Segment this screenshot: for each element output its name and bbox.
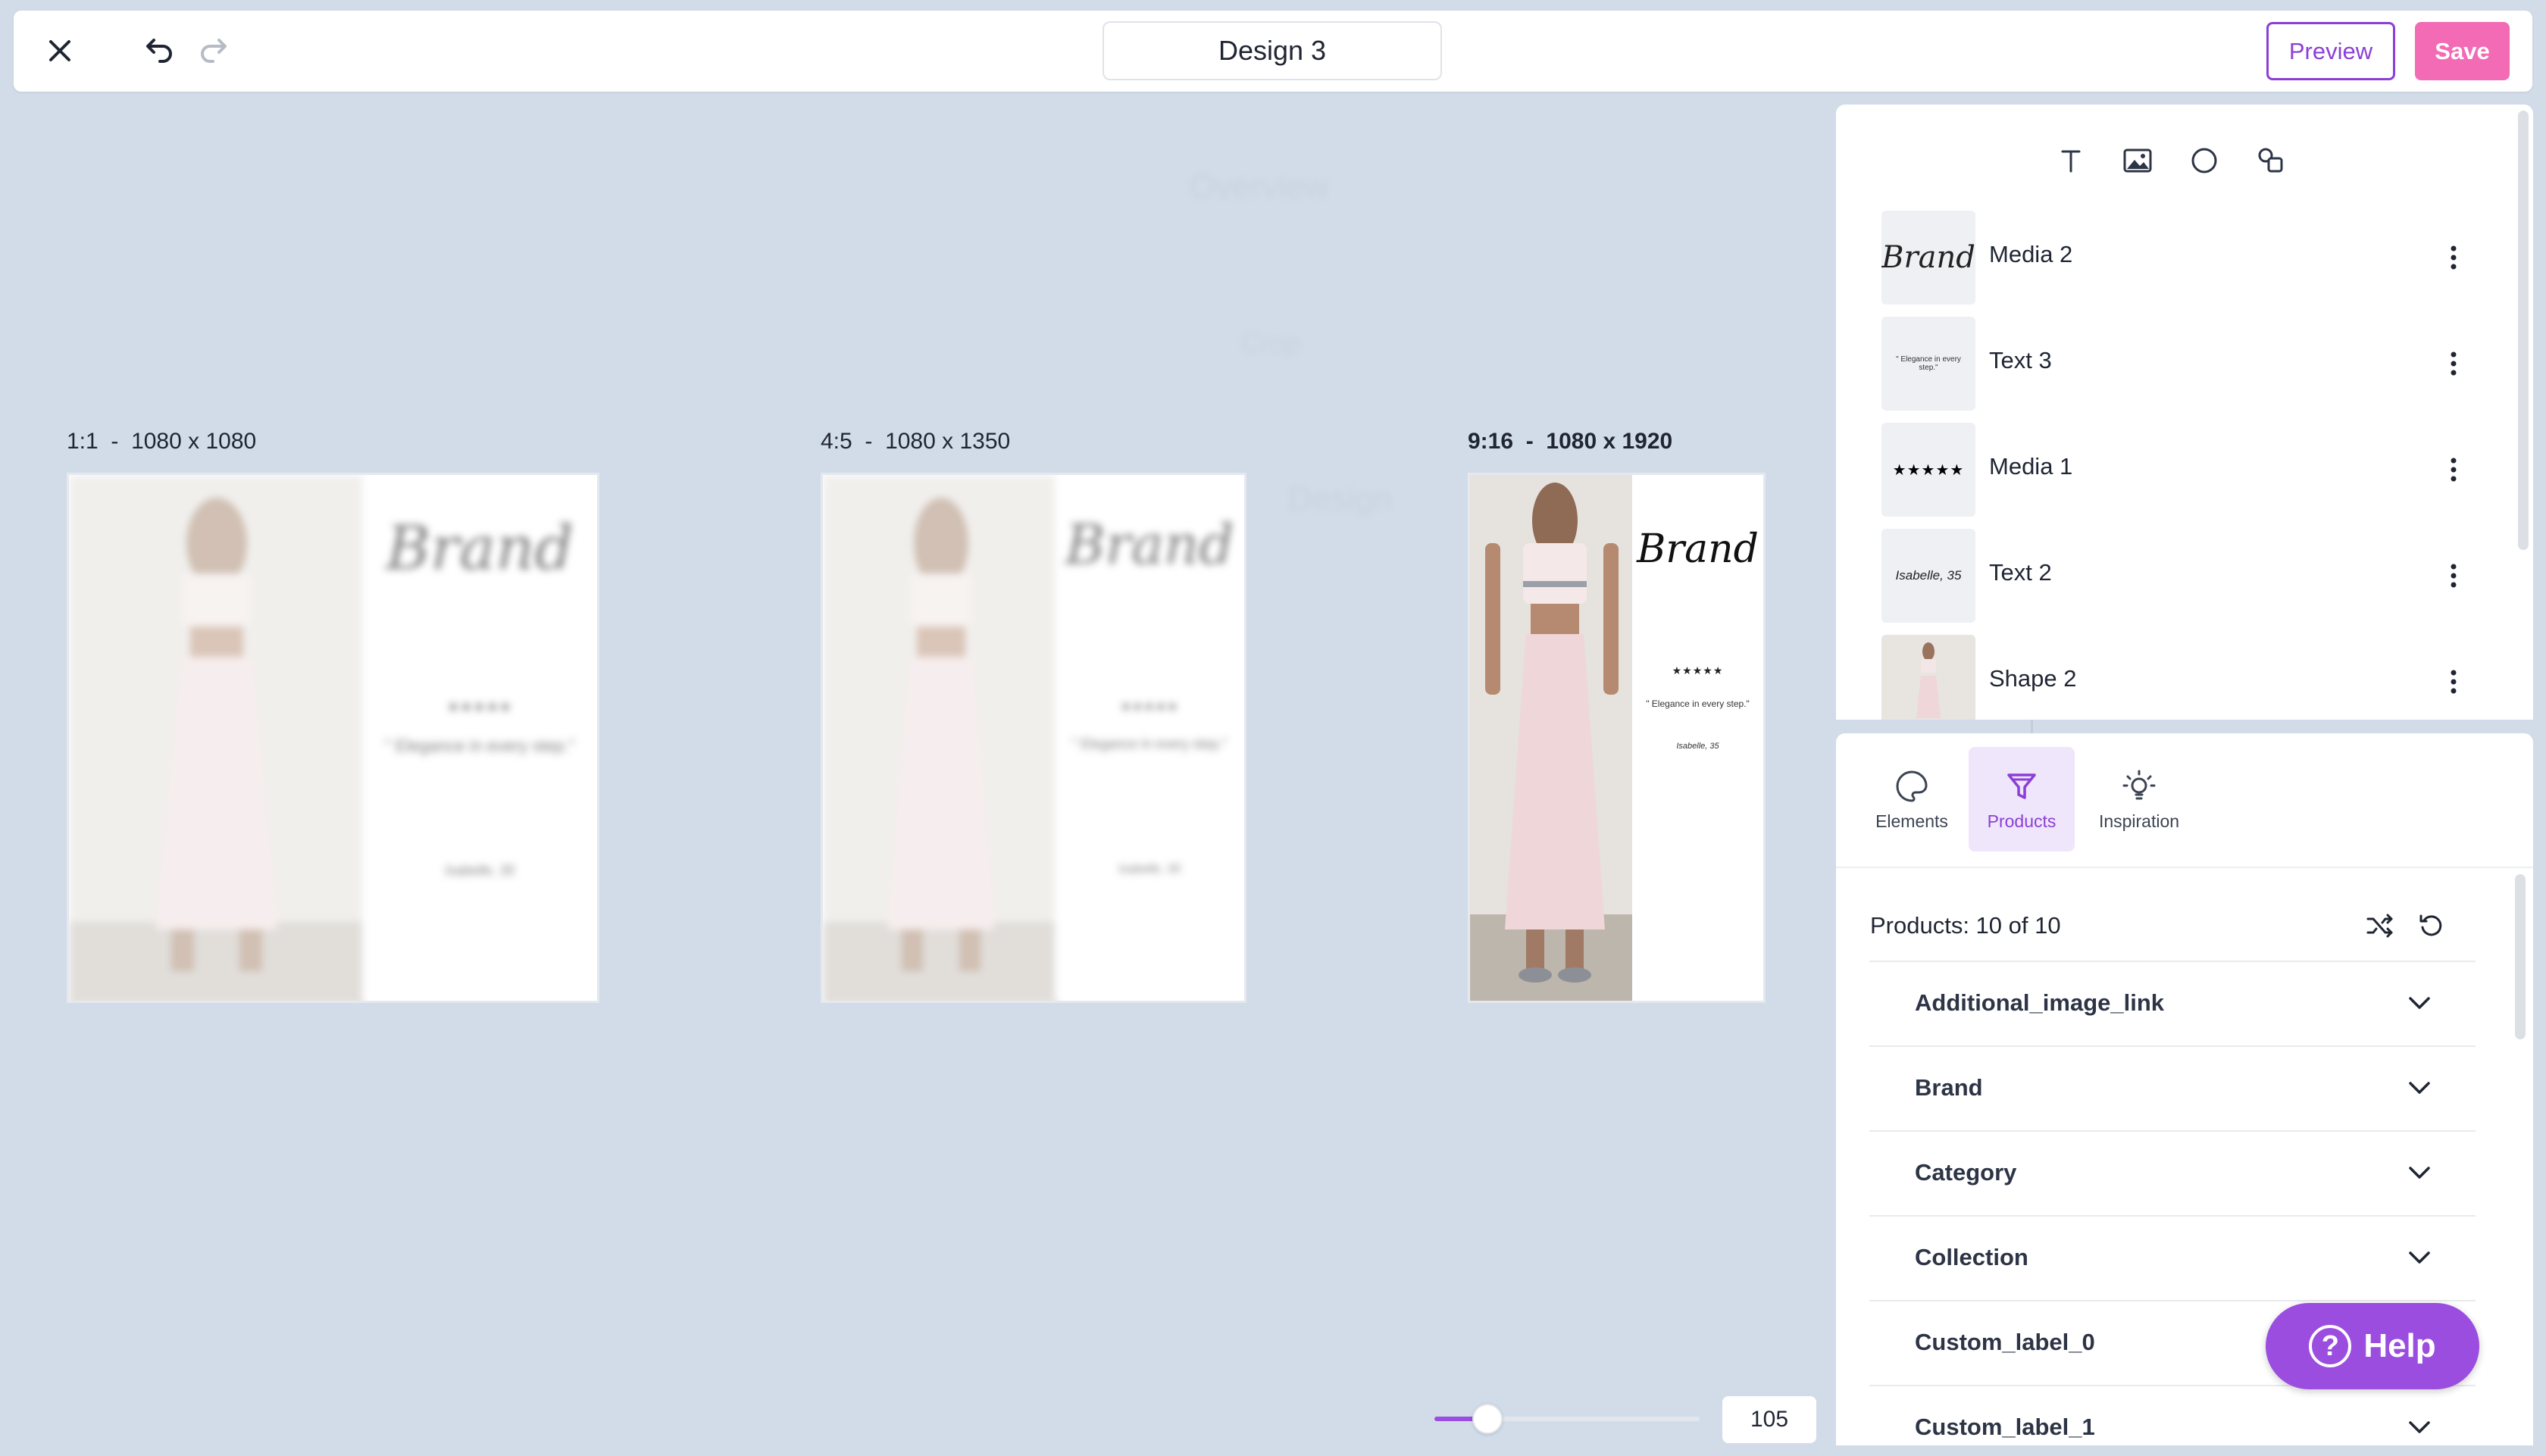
format-label-9x16: 9:16 - 1080 x 1920 xyxy=(1468,429,1673,454)
tab-label: Products xyxy=(1987,811,2057,831)
more-options-icon[interactable] xyxy=(2442,555,2465,597)
tab-products[interactable]: Products xyxy=(1969,747,2075,851)
layers-scrollbar[interactable] xyxy=(2518,111,2529,550)
more-options-icon[interactable] xyxy=(2442,342,2465,385)
layer-name: Media 2 xyxy=(1989,241,2073,267)
model-photo xyxy=(823,475,1059,1001)
accordion-item[interactable]: Custom_label_1 xyxy=(1869,1385,2476,1445)
model-photo xyxy=(69,475,364,1001)
tab-elements[interactable]: Elements xyxy=(1859,747,1965,851)
chevron-down-icon[interactable] xyxy=(2401,1070,2438,1106)
rating-stars: ★★★★★ xyxy=(447,699,512,714)
layer-item[interactable]: Brand Media 2 xyxy=(1881,211,2457,305)
panel-divider-handle[interactable] xyxy=(2031,720,2033,733)
layer-thumbnail: ★★★★★ xyxy=(1881,423,1975,517)
accordion-label: Brand xyxy=(1915,1074,1983,1101)
help-button[interactable]: ? Help xyxy=(2266,1303,2479,1389)
creative-side: Brand ★★★★★ " Elegance in every step." I… xyxy=(362,475,597,1001)
zoom-slider-handle[interactable] xyxy=(1472,1404,1503,1434)
ghost-design: Design xyxy=(1288,480,1392,517)
design-preview-9x16[interactable]: Brand ★★★★★ " Elegance in every step." I… xyxy=(1468,473,1766,1003)
chevron-down-icon[interactable] xyxy=(2401,1154,2438,1191)
layer-item[interactable]: Isabelle, 35 Text 2 xyxy=(1881,529,2457,623)
tab-inspiration[interactable]: Inspiration xyxy=(2086,747,2192,851)
testimonial-quote: " Elegance in every step." xyxy=(1646,698,1750,709)
image-tool-icon[interactable] xyxy=(2118,141,2157,180)
layer-name: Media 1 xyxy=(1989,453,2073,480)
top-toolbar: Design 3 Preview Save xyxy=(14,11,2532,92)
accordion-label: Custom_label_1 xyxy=(1915,1414,2095,1440)
shuffle-icon[interactable] xyxy=(2359,905,2401,947)
accordion-label: Custom_label_0 xyxy=(1915,1329,2095,1355)
products-count: Products: 10 of 10 xyxy=(1870,912,2061,939)
layer-name: Shape 2 xyxy=(1989,665,2077,692)
testimonial-author: Isabelle, 35 xyxy=(444,863,515,878)
layer-thumbnail: Brand xyxy=(1881,211,1975,305)
question-icon: ? xyxy=(2309,1325,2352,1367)
testimonial-author: Isabelle, 35 xyxy=(1676,742,1719,751)
help-label: Help xyxy=(2363,1327,2436,1364)
add-element-toolbar xyxy=(1836,141,2533,180)
design-title-field[interactable]: Design 3 xyxy=(1103,21,1442,80)
design-preview-4x5[interactable]: Brand ★★★★★ " Elegance in every step." I… xyxy=(821,473,1246,1003)
tabs-divider xyxy=(1836,867,2533,868)
zoom-slider[interactable] xyxy=(1434,1404,1700,1434)
layers-panel: Brand Media 2 " Elegance in every step."… xyxy=(1836,105,2533,720)
accordion-label: Category xyxy=(1915,1159,2017,1186)
layer-name: Text 2 xyxy=(1989,559,2052,586)
model-photo xyxy=(1470,475,1637,1001)
rating-stars: ★★★★★ xyxy=(1672,664,1724,676)
more-options-icon[interactable] xyxy=(2442,236,2465,279)
chevron-down-icon[interactable] xyxy=(2401,985,2438,1021)
accordion-item[interactable]: Category xyxy=(1869,1130,2476,1215)
layer-thumbnail xyxy=(1881,635,1975,720)
layer-name: Text 3 xyxy=(1989,347,2052,373)
tab-label: Elements xyxy=(1875,811,1948,831)
layer-thumbnail: " Elegance in every step." xyxy=(1881,317,1975,411)
layer-item[interactable]: " Elegance in every step." Text 3 xyxy=(1881,317,2457,411)
layer-item[interactable]: ★★★★★ Media 1 xyxy=(1881,423,2457,517)
accordion-label: Collection xyxy=(1915,1244,2028,1270)
zoom-value-input[interactable]: 105 xyxy=(1722,1396,1816,1443)
reset-icon[interactable] xyxy=(2410,905,2453,947)
palette-icon xyxy=(1896,770,1928,802)
text-tool-icon[interactable] xyxy=(2051,141,2091,180)
lightbulb-icon xyxy=(2122,770,2156,799)
components-tool-icon[interactable] xyxy=(2251,141,2291,180)
filter-icon xyxy=(2007,773,2036,799)
layer-item[interactable]: Shape 2 xyxy=(1881,635,2457,720)
brand-logo: Brand xyxy=(386,513,574,583)
testimonial-quote: " Elegance in every step." xyxy=(1071,736,1228,751)
ghost-overview: Overview xyxy=(1190,168,1329,205)
brand-logo: Brand xyxy=(1065,513,1234,576)
accordion-item[interactable]: Brand xyxy=(1869,1045,2476,1130)
testimonial-quote: " Elegance in every step." xyxy=(384,736,575,755)
save-button[interactable]: Save xyxy=(2415,22,2510,80)
accordion-label: Additional_image_link xyxy=(1915,989,2165,1016)
accordion-item[interactable]: Collection xyxy=(1869,1215,2476,1300)
design-preview-1x1[interactable]: Brand ★★★★★ " Elegance in every step." I… xyxy=(67,473,599,1003)
shape-tool-icon[interactable] xyxy=(2185,141,2224,180)
chevron-down-icon[interactable] xyxy=(2401,1239,2438,1276)
format-label-1x1: 1:1 - 1080 x 1080 xyxy=(67,429,257,454)
brand-logo: Brand xyxy=(1637,526,1759,572)
tab-label: Inspiration xyxy=(2098,811,2180,831)
rating-stars: ★★★★★ xyxy=(1120,701,1179,714)
ghost-crop: Crop xyxy=(1241,327,1301,358)
redo-icon[interactable] xyxy=(191,27,238,74)
preview-button[interactable]: Preview xyxy=(2266,22,2395,80)
chevron-down-icon[interactable] xyxy=(2401,1409,2438,1445)
more-options-icon[interactable] xyxy=(2442,448,2465,491)
testimonial-author: Isabelle, 35 xyxy=(1118,863,1181,876)
products-scrollbar[interactable] xyxy=(2515,874,2526,1039)
format-label-4x5: 4:5 - 1080 x 1350 xyxy=(821,429,1011,454)
creative-side: Brand ★★★★★ " Elegance in every step." I… xyxy=(1055,475,1244,1001)
close-icon[interactable] xyxy=(36,27,83,74)
accordion-item[interactable]: Additional_image_link xyxy=(1869,961,2476,1045)
layer-thumbnail: Isabelle, 35 xyxy=(1881,529,1975,623)
more-options-icon[interactable] xyxy=(2442,661,2465,703)
undo-icon[interactable] xyxy=(135,27,182,74)
creative-side: Brand ★★★★★ " Elegance in every step." I… xyxy=(1632,475,1763,1001)
